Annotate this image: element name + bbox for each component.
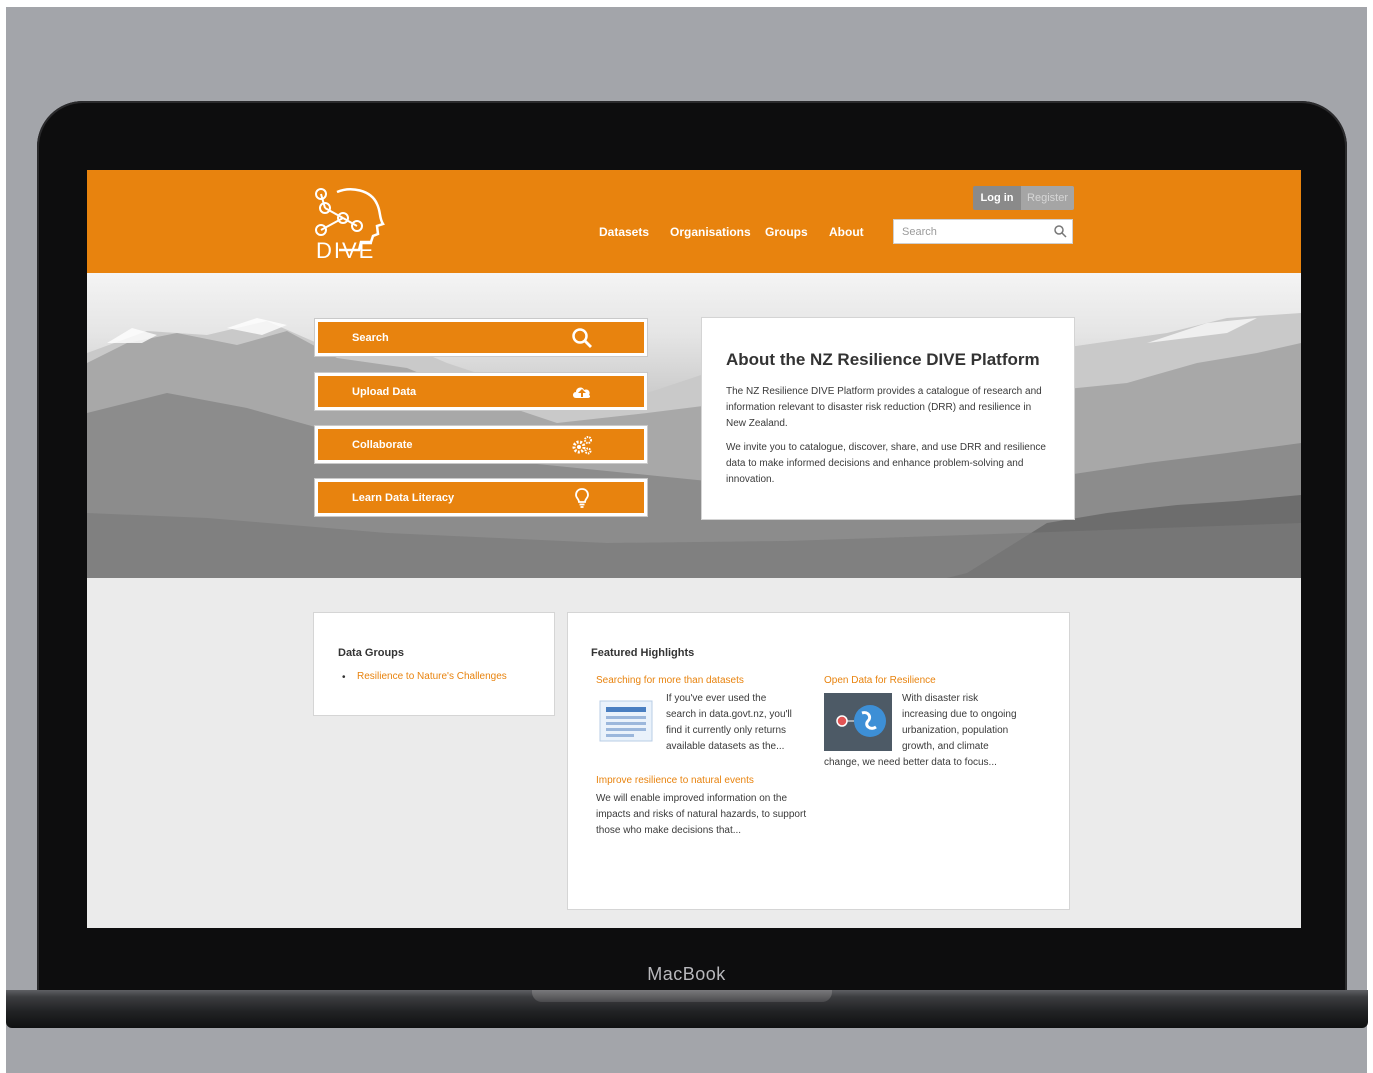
highlight-title-1[interactable]: Searching for more than datasets <box>596 675 744 686</box>
data-group-link[interactable]: Resilience to Nature's Challenges <box>357 671 507 682</box>
browser-screen: DIVE Log in Register Datasets Organisati… <box>87 170 1301 928</box>
about-paragraph-1: The NZ Resilience DIVE Platform provides… <box>726 386 1042 429</box>
laptop-base-notch <box>532 990 832 1002</box>
list-bullet: • <box>342 672 346 683</box>
featured-highlights-card: Featured Highlights Searching for more t… <box>567 612 1070 910</box>
login-button[interactable]: Log in <box>973 186 1021 210</box>
nav-datasets[interactable]: Datasets <box>599 225 649 239</box>
collaborate-label: Collaborate <box>352 439 413 451</box>
about-paragraph-2: We invite you to catalogue, discover, sh… <box>726 442 1046 485</box>
site-header: DIVE Log in Register Datasets Organisati… <box>87 170 1301 273</box>
search-icon[interactable] <box>1053 224 1068 239</box>
nav-about[interactable]: About <box>829 225 864 239</box>
register-button[interactable]: Register <box>1021 186 1074 210</box>
highlight-text-1b: search in data.govt.nz, you'll <box>666 709 792 720</box>
about-title: About the NZ Resilience DIVE Platform <box>726 350 1040 369</box>
search-icon <box>572 328 592 348</box>
highlight-text-2d: growth, and climate <box>902 741 989 752</box>
search-action-label: Search <box>352 332 389 344</box>
learn-data-literacy-label: Learn Data Literacy <box>352 492 455 504</box>
search-action-button[interactable]: Search <box>315 319 647 356</box>
header-search <box>893 219 1073 244</box>
highlight-text-3: We will enable improved information on t… <box>596 793 807 836</box>
cloud-upload-icon <box>573 387 591 398</box>
highlight-text-1c: find it currently only returns <box>666 725 787 736</box>
data-groups-card: Data Groups • Resilience to Nature's Cha… <box>313 612 555 716</box>
laptop-brand-label: MacBook <box>647 964 726 984</box>
highlight-text-2c: urbanization, population <box>902 725 1009 736</box>
learn-data-literacy-button[interactable]: Learn Data Literacy <box>315 479 647 516</box>
frame-border-top <box>0 0 1373 7</box>
highlight-text-2b: increasing due to ongoing <box>902 709 1017 720</box>
about-card: About the NZ Resilience DIVE Platform Th… <box>701 317 1075 520</box>
logo-text: DIVE <box>316 238 376 263</box>
document-list-icon <box>599 700 653 742</box>
nav-organisations[interactable]: Organisations <box>670 225 751 239</box>
highlight-text-1d: available datasets as the... <box>666 741 785 752</box>
search-input[interactable] <box>894 220 1049 243</box>
highlight-title-3[interactable]: Improve resilience to natural events <box>596 775 754 786</box>
upload-data-button[interactable]: Upload Data <box>315 373 647 410</box>
frame-border-right <box>1367 0 1373 1073</box>
highlight-text-1a: If you've ever used the <box>666 693 767 704</box>
auth-group: Log in Register <box>973 186 1074 210</box>
lightbulb-icon <box>575 488 589 508</box>
nav-groups[interactable]: Groups <box>765 225 808 239</box>
mountain-background-image <box>87 313 1301 578</box>
highlight-title-2[interactable]: Open Data for Resilience <box>824 675 936 686</box>
globe-network-icon <box>824 693 892 751</box>
hero-banner: Search Upload Data Collaborate Learn Dat… <box>87 273 1301 578</box>
gears-icon <box>572 436 592 455</box>
featured-highlights-title: Featured Highlights <box>591 647 695 659</box>
highlight-text-2a: With disaster risk <box>902 693 979 704</box>
collaborate-button[interactable]: Collaborate <box>315 426 647 463</box>
highlight-text-2e: change, we need better data to focus... <box>824 757 997 768</box>
frame-border-left <box>0 0 6 1073</box>
upload-data-label: Upload Data <box>352 386 417 398</box>
data-groups-title: Data Groups <box>338 647 405 659</box>
